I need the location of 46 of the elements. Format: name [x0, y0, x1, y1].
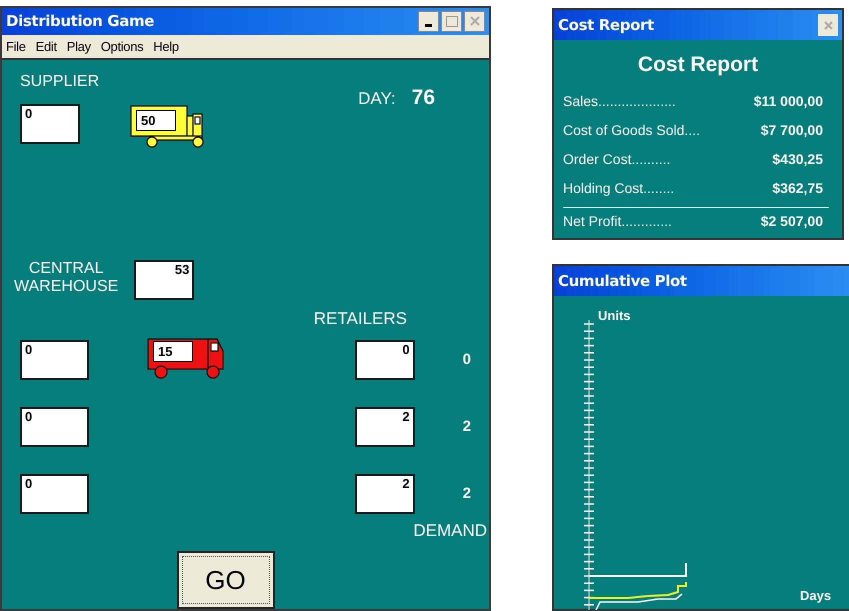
number-field[interactable]: 0 [355, 340, 415, 380]
close-button[interactable] [464, 10, 485, 32]
report-heading: Cost Report [638, 52, 758, 78]
menu-item[interactable]: Help [153, 36, 179, 56]
cost-value: $11 000,00 [754, 92, 823, 110]
demand-value: 2 [462, 416, 471, 436]
day-value: 76 [412, 85, 435, 111]
window-title: Cumulative Plot [558, 270, 687, 292]
number-field[interactable]: 2 [355, 406, 415, 446]
cost-value: $430,25 [772, 150, 823, 168]
window-title: Distribution Game [6, 11, 154, 32]
warehouse-label: CENTRAL WAREHOUSE [14, 260, 118, 296]
day-label: DAY: [358, 88, 396, 110]
number-field[interactable]: 0 [20, 406, 89, 446]
cost-value: $362,75 [772, 178, 823, 198]
menu-item[interactable]: Options [100, 36, 144, 56]
y-axis-label: Units [598, 307, 630, 325]
minimize-button[interactable] [418, 10, 439, 32]
menu-item[interactable]: Edit [36, 36, 57, 56]
truck-load-field: 50 [136, 110, 176, 131]
cost-value: $7 700,00 [760, 120, 823, 140]
supplier-label: SUPPLIER [20, 72, 100, 92]
retailers-label: RETAILERS [314, 308, 407, 330]
cost-label: Holding Cost........ [563, 178, 674, 198]
menu-item[interactable]: Play [66, 36, 91, 56]
cost-label: Cost of Goods Sold.... [563, 120, 700, 140]
go-button[interactable]: GO [176, 551, 274, 609]
number-field[interactable]: 0 [20, 104, 80, 144]
close-button[interactable] [818, 14, 838, 36]
number-field[interactable]: 0 [20, 340, 89, 380]
number-field[interactable]: 0 [20, 474, 89, 514]
window-title: Cost Report [558, 14, 654, 36]
cost-label: Order Cost.......... [563, 150, 670, 168]
demand-label: DEMAND [413, 520, 487, 542]
net-profit-label: Net Profit............. [563, 212, 672, 231]
menu-item[interactable]: File [6, 36, 26, 56]
x-axis-label: Days [800, 587, 832, 605]
demand-value: 2 [462, 484, 471, 504]
close-icon [824, 20, 832, 30]
demand-value: 0 [462, 350, 471, 370]
number-field[interactable]: 53 [134, 260, 194, 300]
close-icon [470, 16, 480, 26]
number-field[interactable]: 2 [355, 474, 415, 514]
cost-label: Sales.................... [563, 92, 676, 110]
truck-load-field: 15 [153, 340, 193, 362]
net-profit-value: $2 507,00 [760, 212, 823, 231]
